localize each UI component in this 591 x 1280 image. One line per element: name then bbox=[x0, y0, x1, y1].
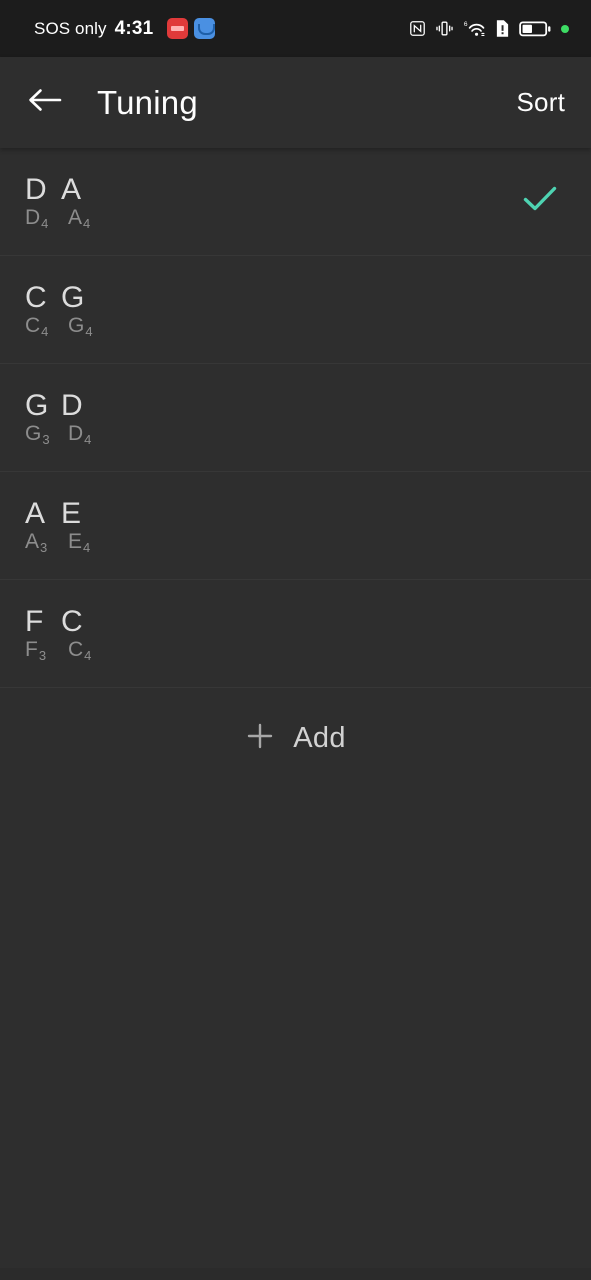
tuning-pitch: D4 bbox=[68, 422, 92, 448]
table-row[interactable]: A E A3 E4 bbox=[0, 472, 591, 580]
phone-screen: SOS only 4:31 6 Tuning Sort D A D4 A4 C … bbox=[0, 0, 591, 1280]
table-row[interactable]: F C F3 C4 bbox=[0, 580, 591, 688]
tuning-labels: A E A3 E4 bbox=[25, 498, 92, 556]
tuning-pitch: D4 bbox=[25, 206, 49, 232]
back-button[interactable] bbox=[22, 80, 68, 126]
tuning-labels: F C F3 C4 bbox=[25, 606, 92, 664]
table-row[interactable]: D A D4 A4 bbox=[0, 148, 591, 256]
tuning-pitches: C4 G4 bbox=[25, 314, 93, 340]
tuning-notes: D A bbox=[25, 174, 92, 206]
selected-checkmark bbox=[517, 179, 563, 225]
arrow-left-icon bbox=[27, 85, 63, 120]
add-label: Add bbox=[293, 721, 346, 754]
tuning-labels: D A D4 A4 bbox=[25, 174, 92, 232]
tuning-pitch: C4 bbox=[68, 638, 92, 664]
tuning-pitch: C4 bbox=[25, 314, 49, 340]
carrier-label: SOS only bbox=[34, 18, 107, 38]
sort-button[interactable]: Sort bbox=[517, 87, 565, 118]
tuning-pitches: G3 D4 bbox=[25, 422, 92, 448]
add-tuning-button[interactable]: Add bbox=[0, 688, 591, 788]
tuning-note: F bbox=[25, 604, 44, 638]
tuning-notes: F C bbox=[25, 606, 92, 638]
page-title: Tuning bbox=[97, 83, 198, 121]
wifi-6-icon: 6 bbox=[463, 19, 486, 38]
privacy-indicator-dot bbox=[561, 24, 569, 33]
red-app-notification-icon bbox=[167, 18, 189, 39]
tuning-note: D bbox=[61, 388, 83, 422]
tuning-note: C bbox=[25, 280, 47, 314]
plus-icon bbox=[245, 721, 275, 756]
tuning-notes: C G bbox=[25, 282, 92, 314]
tuning-pitch: G3 bbox=[25, 422, 50, 448]
vibrate-icon bbox=[435, 19, 454, 38]
empty-area bbox=[0, 788, 591, 1268]
tuning-list: D A D4 A4 C G C4 G4 G D G3 D4 A E A3 E4 … bbox=[0, 148, 591, 688]
svg-text:6: 6 bbox=[464, 21, 468, 28]
tuning-pitch: F3 bbox=[25, 638, 47, 664]
tuning-note: E bbox=[61, 496, 82, 530]
tuning-pitch: A3 bbox=[25, 530, 48, 556]
notification-icons bbox=[167, 18, 216, 39]
tuning-notes: G D bbox=[25, 390, 92, 422]
clock-label: 4:31 bbox=[114, 17, 154, 39]
blue-app-notification-icon bbox=[194, 18, 216, 39]
table-row[interactable]: G D G3 D4 bbox=[0, 364, 591, 472]
battery-icon bbox=[519, 20, 552, 38]
app-bar: Tuning Sort bbox=[0, 57, 591, 148]
tuning-note: D bbox=[25, 172, 47, 206]
tuning-pitch: A4 bbox=[68, 206, 91, 232]
sim-alert-icon bbox=[495, 19, 510, 38]
nfc-icon bbox=[409, 20, 426, 37]
table-row[interactable]: C G C4 G4 bbox=[0, 256, 591, 364]
tuning-note: C bbox=[61, 604, 83, 638]
status-bar-right: 6 bbox=[409, 19, 569, 38]
check-icon bbox=[522, 184, 558, 219]
tuning-notes: A E bbox=[25, 498, 92, 530]
tuning-pitch: G4 bbox=[68, 314, 93, 340]
tuning-note: A bbox=[61, 172, 82, 206]
tuning-labels: C G C4 G4 bbox=[25, 282, 93, 340]
tuning-note: A bbox=[25, 496, 46, 530]
tuning-pitches: F3 C4 bbox=[25, 638, 92, 664]
tuning-pitches: D4 A4 bbox=[25, 206, 92, 232]
tuning-pitches: A3 E4 bbox=[25, 530, 92, 556]
status-bar: SOS only 4:31 6 bbox=[0, 0, 591, 57]
tuning-note: G bbox=[61, 280, 85, 314]
tuning-labels: G D G3 D4 bbox=[25, 390, 92, 448]
tuning-pitch: E4 bbox=[68, 530, 91, 556]
status-bar-left: SOS only 4:31 bbox=[34, 17, 216, 40]
tuning-note: G bbox=[25, 388, 49, 422]
